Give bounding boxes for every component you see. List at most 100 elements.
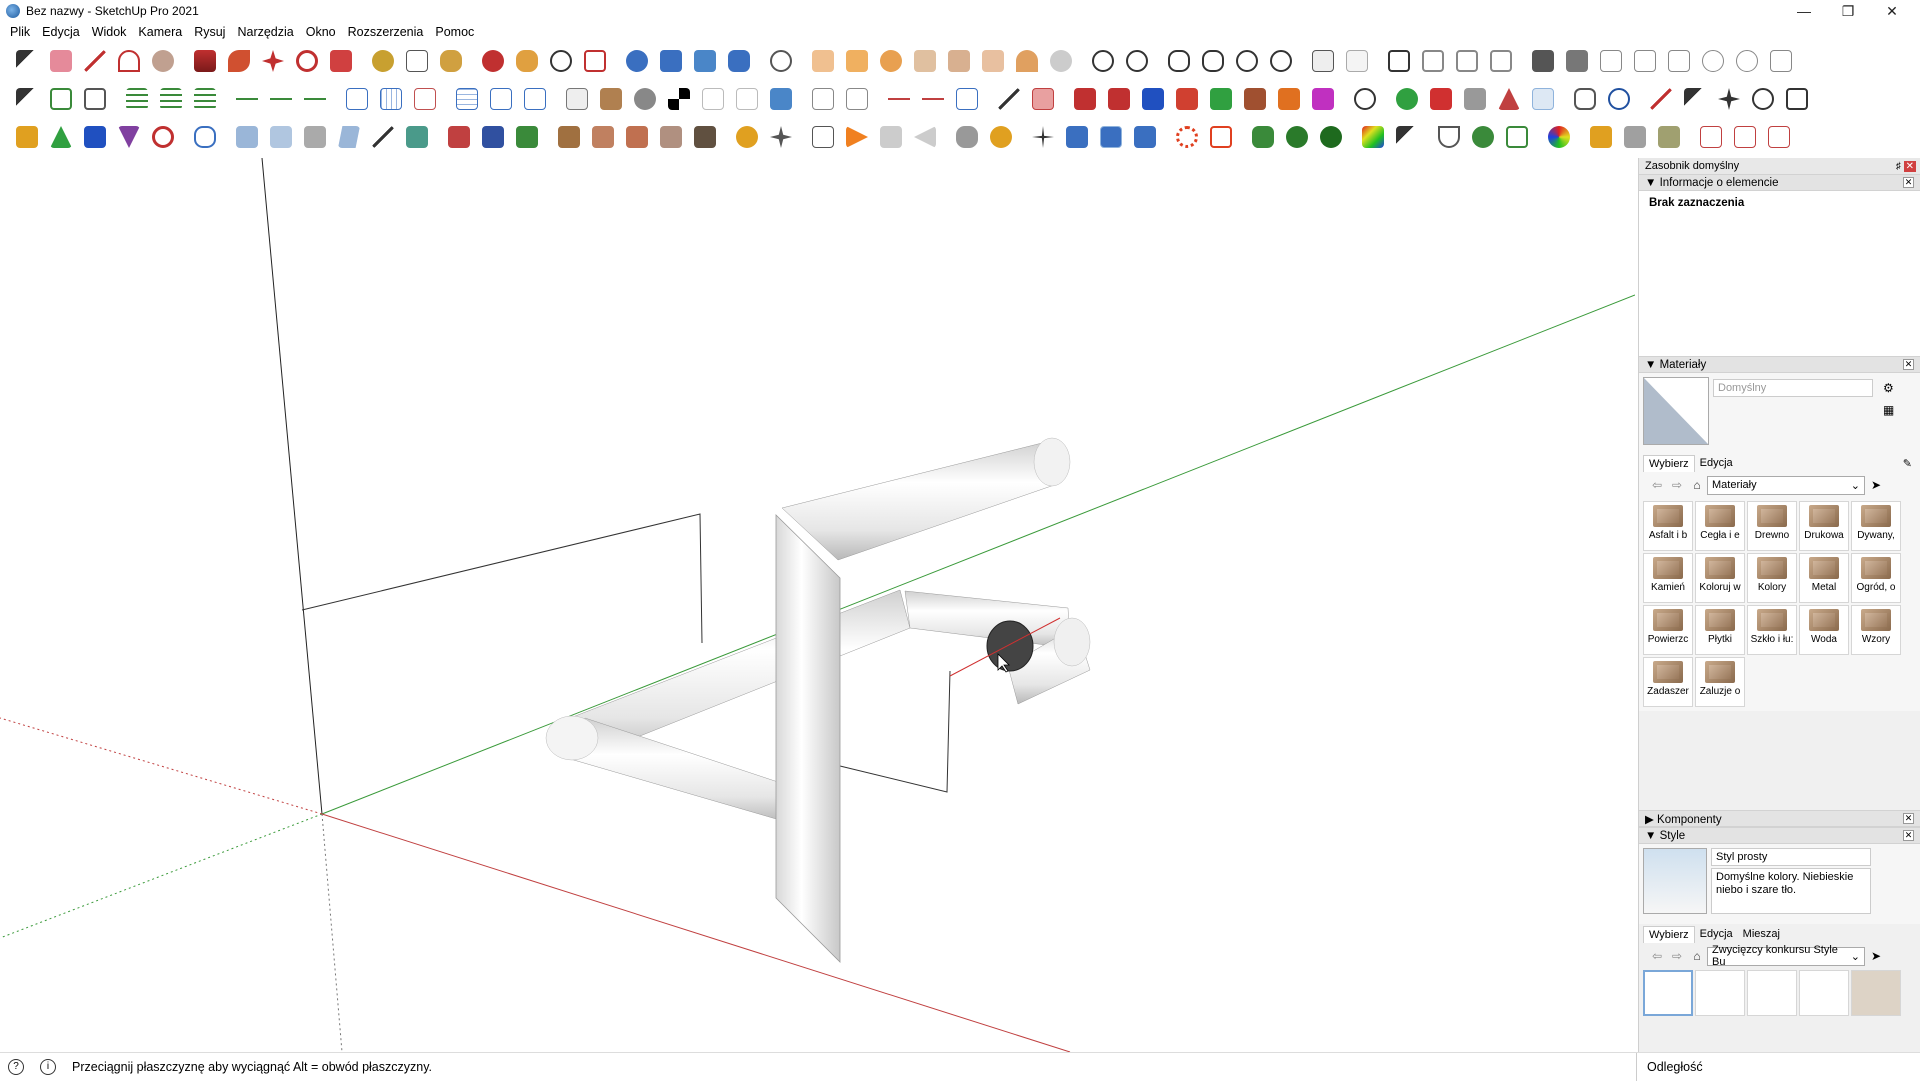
network-icon[interactable] <box>1502 122 1532 152</box>
restore-button[interactable]: ❐ <box>1826 0 1870 22</box>
view-top-icon[interactable] <box>1630 46 1660 76</box>
window-grid-2-icon[interactable] <box>808 84 838 114</box>
solid-split-icon[interactable] <box>1266 46 1296 76</box>
table-blue-icon[interactable] <box>452 84 482 114</box>
layers-list-icon[interactable] <box>190 84 220 114</box>
texture-checker-icon[interactable] <box>664 84 694 114</box>
material-item[interactable]: Zadaszer <box>1643 657 1693 707</box>
styles-back-arrow-icon[interactable]: ⇦ <box>1647 949 1667 963</box>
table-split-icon[interactable] <box>520 84 550 114</box>
texture-sphere-icon[interactable] <box>630 84 660 114</box>
view-cube-5-icon[interactable] <box>402 122 432 152</box>
gem-purple-icon[interactable] <box>114 122 144 152</box>
styles-header[interactable]: ▼ Style ✕ <box>1639 827 1920 844</box>
material-item[interactable]: Żaluzje o <box>1695 657 1745 707</box>
shape-cube-icon[interactable] <box>1460 84 1490 114</box>
wand-5-icon[interactable] <box>690 122 720 152</box>
wand-icon[interactable] <box>554 122 584 152</box>
styles-details-arrow-icon[interactable]: ➤ <box>1871 949 1881 963</box>
grid-plane-red-icon[interactable] <box>410 84 440 114</box>
tray-pin-icon[interactable]: ♯ ✕ <box>1896 160 1916 172</box>
layout-1-icon[interactable] <box>1696 122 1726 152</box>
styles-library-select[interactable]: Zwycięzcy konkursu Style Bu ⌄ <box>1707 944 1865 968</box>
tools-icon[interactable] <box>766 122 796 152</box>
move-tool-icon[interactable] <box>258 46 288 76</box>
materials-tab-select[interactable]: Wybierz <box>1643 454 1695 472</box>
extrude-magenta-icon[interactable] <box>1308 84 1338 114</box>
materials-header[interactable]: ▼ Materiały ✕ <box>1639 356 1920 373</box>
sandbox-stamp-icon[interactable] <box>910 46 940 76</box>
menu-pomoc[interactable]: Pomoc <box>429 25 480 39</box>
table-grid-icon[interactable] <box>486 84 516 114</box>
materials-library-select[interactable]: Materiały ⌄ <box>1707 475 1865 495</box>
house-yellow-icon[interactable] <box>12 122 42 152</box>
material-create-icon[interactable]: ⚙ <box>1883 381 1894 395</box>
cut-blue-icon[interactable] <box>478 122 508 152</box>
palette-icon[interactable] <box>1544 122 1574 152</box>
orbit-tool-icon[interactable] <box>478 46 508 76</box>
layout-2-icon[interactable] <box>1730 122 1760 152</box>
scene-icon[interactable] <box>808 122 838 152</box>
solid-outer-shell-icon[interactable] <box>1088 46 1118 76</box>
groups-icon[interactable] <box>1562 46 1592 76</box>
layout-3-icon[interactable] <box>1764 122 1794 152</box>
details-arrow-icon[interactable]: ➤ <box>1871 478 1881 492</box>
texture-grid-icon[interactable] <box>562 84 592 114</box>
plane-cross-icon[interactable] <box>342 84 372 114</box>
info-status-icon[interactable]: i <box>40 1058 56 1075</box>
refresh-icon[interactable] <box>1748 84 1778 114</box>
hand-icon[interactable] <box>952 122 982 152</box>
material-item[interactable]: Kolory <box>1747 553 1797 603</box>
material-item[interactable]: Wzory <box>1851 605 1901 655</box>
cut-red-icon[interactable] <box>444 122 474 152</box>
extrude-red2-icon[interactable] <box>1172 84 1202 114</box>
shape-sphere-active-icon[interactable] <box>1528 84 1558 114</box>
style-name-field[interactable]: Styl prosty <box>1711 848 1871 866</box>
extrude-green-icon[interactable] <box>1206 84 1236 114</box>
tree-1-icon[interactable] <box>1248 122 1278 152</box>
axes-icon[interactable] <box>1028 122 1058 152</box>
style-thumbnail[interactable] <box>1643 848 1707 914</box>
styles-tab-mix[interactable]: Mieszaj <box>1738 926 1785 942</box>
wand-3-icon[interactable] <box>622 122 652 152</box>
tape-measure-tool-icon[interactable] <box>368 46 398 76</box>
view-blue-icon[interactable] <box>1062 122 1092 152</box>
arc-tool-icon[interactable] <box>114 46 144 76</box>
scale-tool-icon[interactable] <box>326 46 356 76</box>
menu-narzedzia[interactable]: Narzędzia <box>231 25 299 39</box>
cut-green-icon[interactable] <box>512 122 542 152</box>
paint-bucket-tool-icon[interactable] <box>436 46 466 76</box>
texture-blank-icon[interactable] <box>698 84 728 114</box>
material-item[interactable]: Woda <box>1799 605 1849 655</box>
section-plane-icon[interactable] <box>1046 46 1076 76</box>
tree-2-icon[interactable] <box>1282 122 1312 152</box>
shield-icon[interactable] <box>1434 122 1464 152</box>
wand-2-icon[interactable] <box>588 122 618 152</box>
solid-subtract-icon[interactable] <box>1198 46 1228 76</box>
extension-warehouse-icon[interactable] <box>656 46 686 76</box>
menu-kamera[interactable]: Kamera <box>132 25 188 39</box>
minimize-button[interactable]: — <box>1782 0 1826 22</box>
section-cut-icon[interactable] <box>952 84 982 114</box>
components-icon[interactable] <box>1528 46 1558 76</box>
sandbox-flip-edge-icon[interactable] <box>1012 46 1042 76</box>
solid-union-icon[interactable] <box>1164 46 1194 76</box>
view-blue-active-icon[interactable] <box>1096 122 1126 152</box>
circle-shape-tool-icon[interactable] <box>148 46 178 76</box>
rotate-tool-icon[interactable] <box>292 46 322 76</box>
material-item[interactable]: Metal <box>1799 553 1849 603</box>
pipe-end-elbow[interactable] <box>1053 617 1091 667</box>
view-back-icon[interactable] <box>1732 46 1762 76</box>
pan-tool-icon[interactable] <box>512 46 542 76</box>
styles-home-icon[interactable]: ⌂ <box>1687 949 1707 963</box>
pipe-left-elbow[interactable] <box>545 715 599 761</box>
rewind-icon[interactable] <box>910 122 940 152</box>
eyedropper-icon[interactable]: ✎ <box>1903 457 1912 470</box>
close-button[interactable]: ✕ <box>1870 0 1914 22</box>
tree-3-icon[interactable] <box>1316 122 1346 152</box>
draw-curve-icon[interactable] <box>1646 84 1676 114</box>
materials-close-icon[interactable]: ✕ <box>1903 359 1914 370</box>
zoom-tool-icon[interactable] <box>546 46 576 76</box>
entity-info-close-icon[interactable]: ✕ <box>1903 177 1914 188</box>
3d-warehouse-icon[interactable] <box>622 46 652 76</box>
